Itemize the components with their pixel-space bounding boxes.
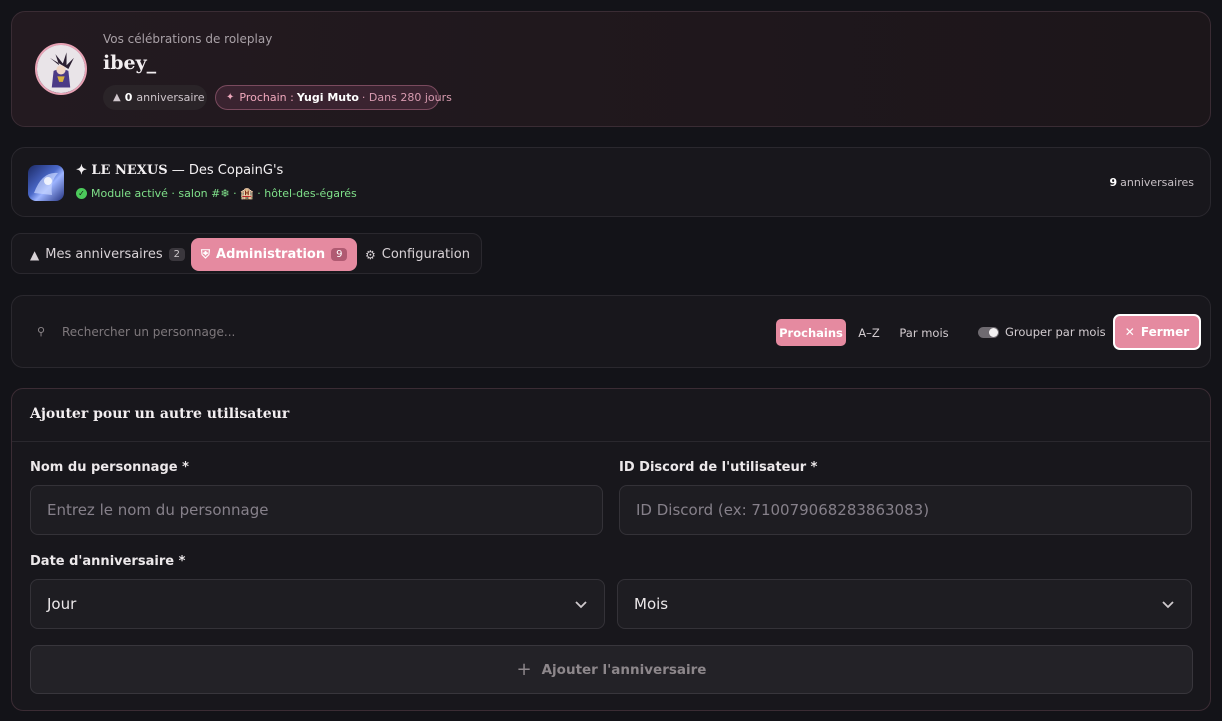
next-birthday-badge: ✦ Prochain : Yugi Muto · Dans 280 jours [215,85,452,110]
add-birthday-label: Ajouter l'anniversaire [541,661,707,678]
next-name: Yugi Muto [296,91,359,104]
month-select[interactable]: Mois [617,579,1192,629]
tab-badge: 2 [168,248,186,261]
profile-subtitle: Vos célébrations de roleplay [103,32,273,46]
module-status: ✓ Module activé · salon #❄ · 🏨 · hôtel-d… [76,187,357,200]
server-birthday-count: 9 anniversaires [1109,176,1194,189]
add-birthday-form: Ajouter pour un autre utilisateur Nom du… [11,388,1211,711]
server-title: ✦ LE NEXUS — Des CopainG's [76,163,283,178]
server-count-label: anniversaires [1120,176,1194,189]
birthday-count: 0 [124,91,133,104]
close-button-label: Fermer [1140,325,1190,339]
chevron-down-icon [1162,601,1174,609]
shield-icon: ⛨ [201,247,211,261]
birthday-count-badge: ▲ 0 anniversaire [103,85,207,110]
avatar[interactable] [35,43,87,95]
discord-id-label: ID Discord de l'utilisateur * [619,460,818,475]
server-count-number: 9 [1109,176,1118,189]
party-popper-icon: ✦ [226,92,235,103]
chevron-down-icon [575,601,587,609]
tab-label: Configuration [381,247,470,262]
day-select-value: Jour [47,595,77,613]
sort-az-button[interactable]: A–Z [852,319,886,346]
divider [12,441,1210,442]
server-card: ✦ LE NEXUS — Des CopainG's ✓ Module acti… [11,147,1211,217]
tab-my-birthdays[interactable]: ▲ Mes anniversaires 2 [20,238,195,271]
sort-by-month-button[interactable]: Par mois [896,319,952,346]
group-by-month-toggle[interactable] [978,327,999,338]
form-title: Ajouter pour un autre utilisateur [30,406,290,422]
birthday-count-label: anniversaire [136,91,205,104]
search-icon: ⚲ [37,325,46,338]
tab-badge: 9 [331,248,348,261]
cake-icon: ▲ [113,92,121,103]
discord-id-input[interactable] [619,485,1192,535]
check-icon: ✓ [76,188,87,199]
server-name: ✦ LE NEXUS [76,163,168,178]
character-name-label: Nom du personnage * [30,460,189,475]
avatar-image [37,45,85,93]
filter-bar: ⚲ Prochains A–Z Par mois Grouper par moi… [11,295,1211,368]
tab-bar: ▲ Mes anniversaires 2 ⛨ Administration 9… [11,233,482,274]
server-icon [28,165,64,201]
search-input[interactable] [62,320,462,344]
close-button[interactable]: ✕ Fermer [1113,314,1201,350]
cake-icon: ▲ [30,247,40,262]
module-status-text: Module activé · salon #❄ · 🏨 · hôtel-des… [91,187,357,200]
server-subname: — Des CopainG's [171,163,284,178]
add-birthday-button[interactable]: + Ajouter l'anniversaire [30,645,1193,694]
day-select[interactable]: Jour [30,579,605,629]
plus-icon: + [516,659,532,680]
tab-administration[interactable]: ⛨ Administration 9 [191,238,358,271]
character-name-input[interactable] [30,485,603,535]
sort-upcoming-button[interactable]: Prochains [776,319,846,346]
username: ibey_ [103,52,157,74]
next-when: · Dans 280 jours [361,91,452,104]
month-select-value: Mois [634,595,669,613]
profile-header: Vos célébrations de roleplay ibey_ ▲ 0 a… [11,11,1211,127]
tab-label: Mes anniversaires [45,247,163,262]
birthday-date-label: Date d'anniversaire * [30,554,186,569]
next-label: Prochain : [239,91,294,104]
tab-configuration[interactable]: ⚙ Configuration [355,238,480,271]
gear-icon: ⚙ [365,247,376,262]
tab-label: Administration [216,247,326,262]
group-by-month-label: Grouper par mois [1005,325,1106,339]
close-icon: ✕ [1124,325,1135,339]
